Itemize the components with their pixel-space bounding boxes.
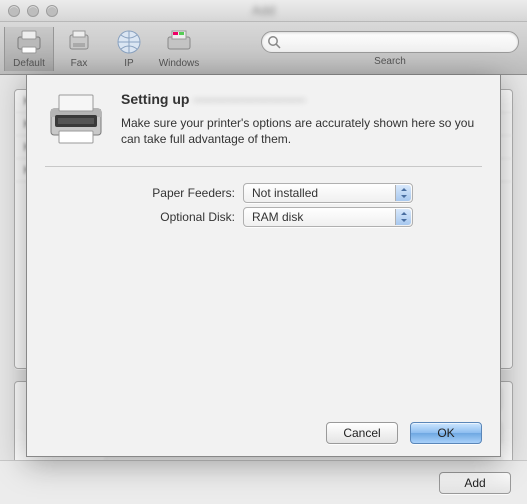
sheet-heading: Setting up ————————	[121, 91, 482, 107]
windows-printer-icon	[163, 27, 195, 57]
search-icon	[267, 35, 281, 49]
main-well: K K K K Name:Kyocera ECOSYS M3560idn Loc…	[0, 75, 527, 504]
cancel-button[interactable]: Cancel	[326, 422, 398, 444]
paper-feeders-popup[interactable]: Not installed	[243, 183, 413, 203]
sheet-heading-prefix: Setting up	[121, 91, 193, 107]
toolbar-windows[interactable]: Windows	[154, 27, 204, 71]
search-wrap: Search	[261, 31, 519, 67]
paper-feeders-label: Paper Feeders:	[45, 186, 235, 200]
toolbar-ip[interactable]: IP	[104, 27, 154, 71]
toolbar-windows-label: Windows	[159, 58, 200, 69]
toolbar: Default Fax IP	[0, 22, 527, 75]
optional-disk-value: RAM disk	[252, 210, 303, 224]
window-title: Add	[0, 3, 527, 18]
popup-arrows-icon	[395, 209, 411, 225]
toolbar-fax[interactable]: Fax	[54, 27, 104, 71]
modal-sheet: Setting up ———————— Make sure your print…	[26, 75, 501, 457]
toolbar-fax-label: Fax	[71, 58, 88, 69]
printer-large-icon	[45, 91, 109, 150]
toolbar-default[interactable]: Default	[4, 27, 54, 71]
sheet-heading-obscured: ————————	[193, 91, 305, 107]
fax-icon	[63, 27, 95, 57]
toolbar-ip-label: IP	[124, 58, 133, 69]
optional-disk-label: Optional Disk:	[45, 210, 235, 224]
sheet-description: Make sure your printer's options are acc…	[121, 115, 482, 147]
search-input[interactable]	[261, 31, 519, 53]
globe-icon	[113, 27, 145, 57]
optional-disk-popup[interactable]: RAM disk	[243, 207, 413, 227]
paper-feeders-value: Not installed	[252, 186, 318, 200]
search-label: Search	[374, 56, 406, 67]
printer-icon	[13, 27, 45, 57]
popup-arrows-icon	[395, 185, 411, 201]
titlebar: Add	[0, 0, 527, 22]
toolbar-default-label: Default	[13, 58, 45, 69]
ok-button[interactable]: OK	[410, 422, 482, 444]
